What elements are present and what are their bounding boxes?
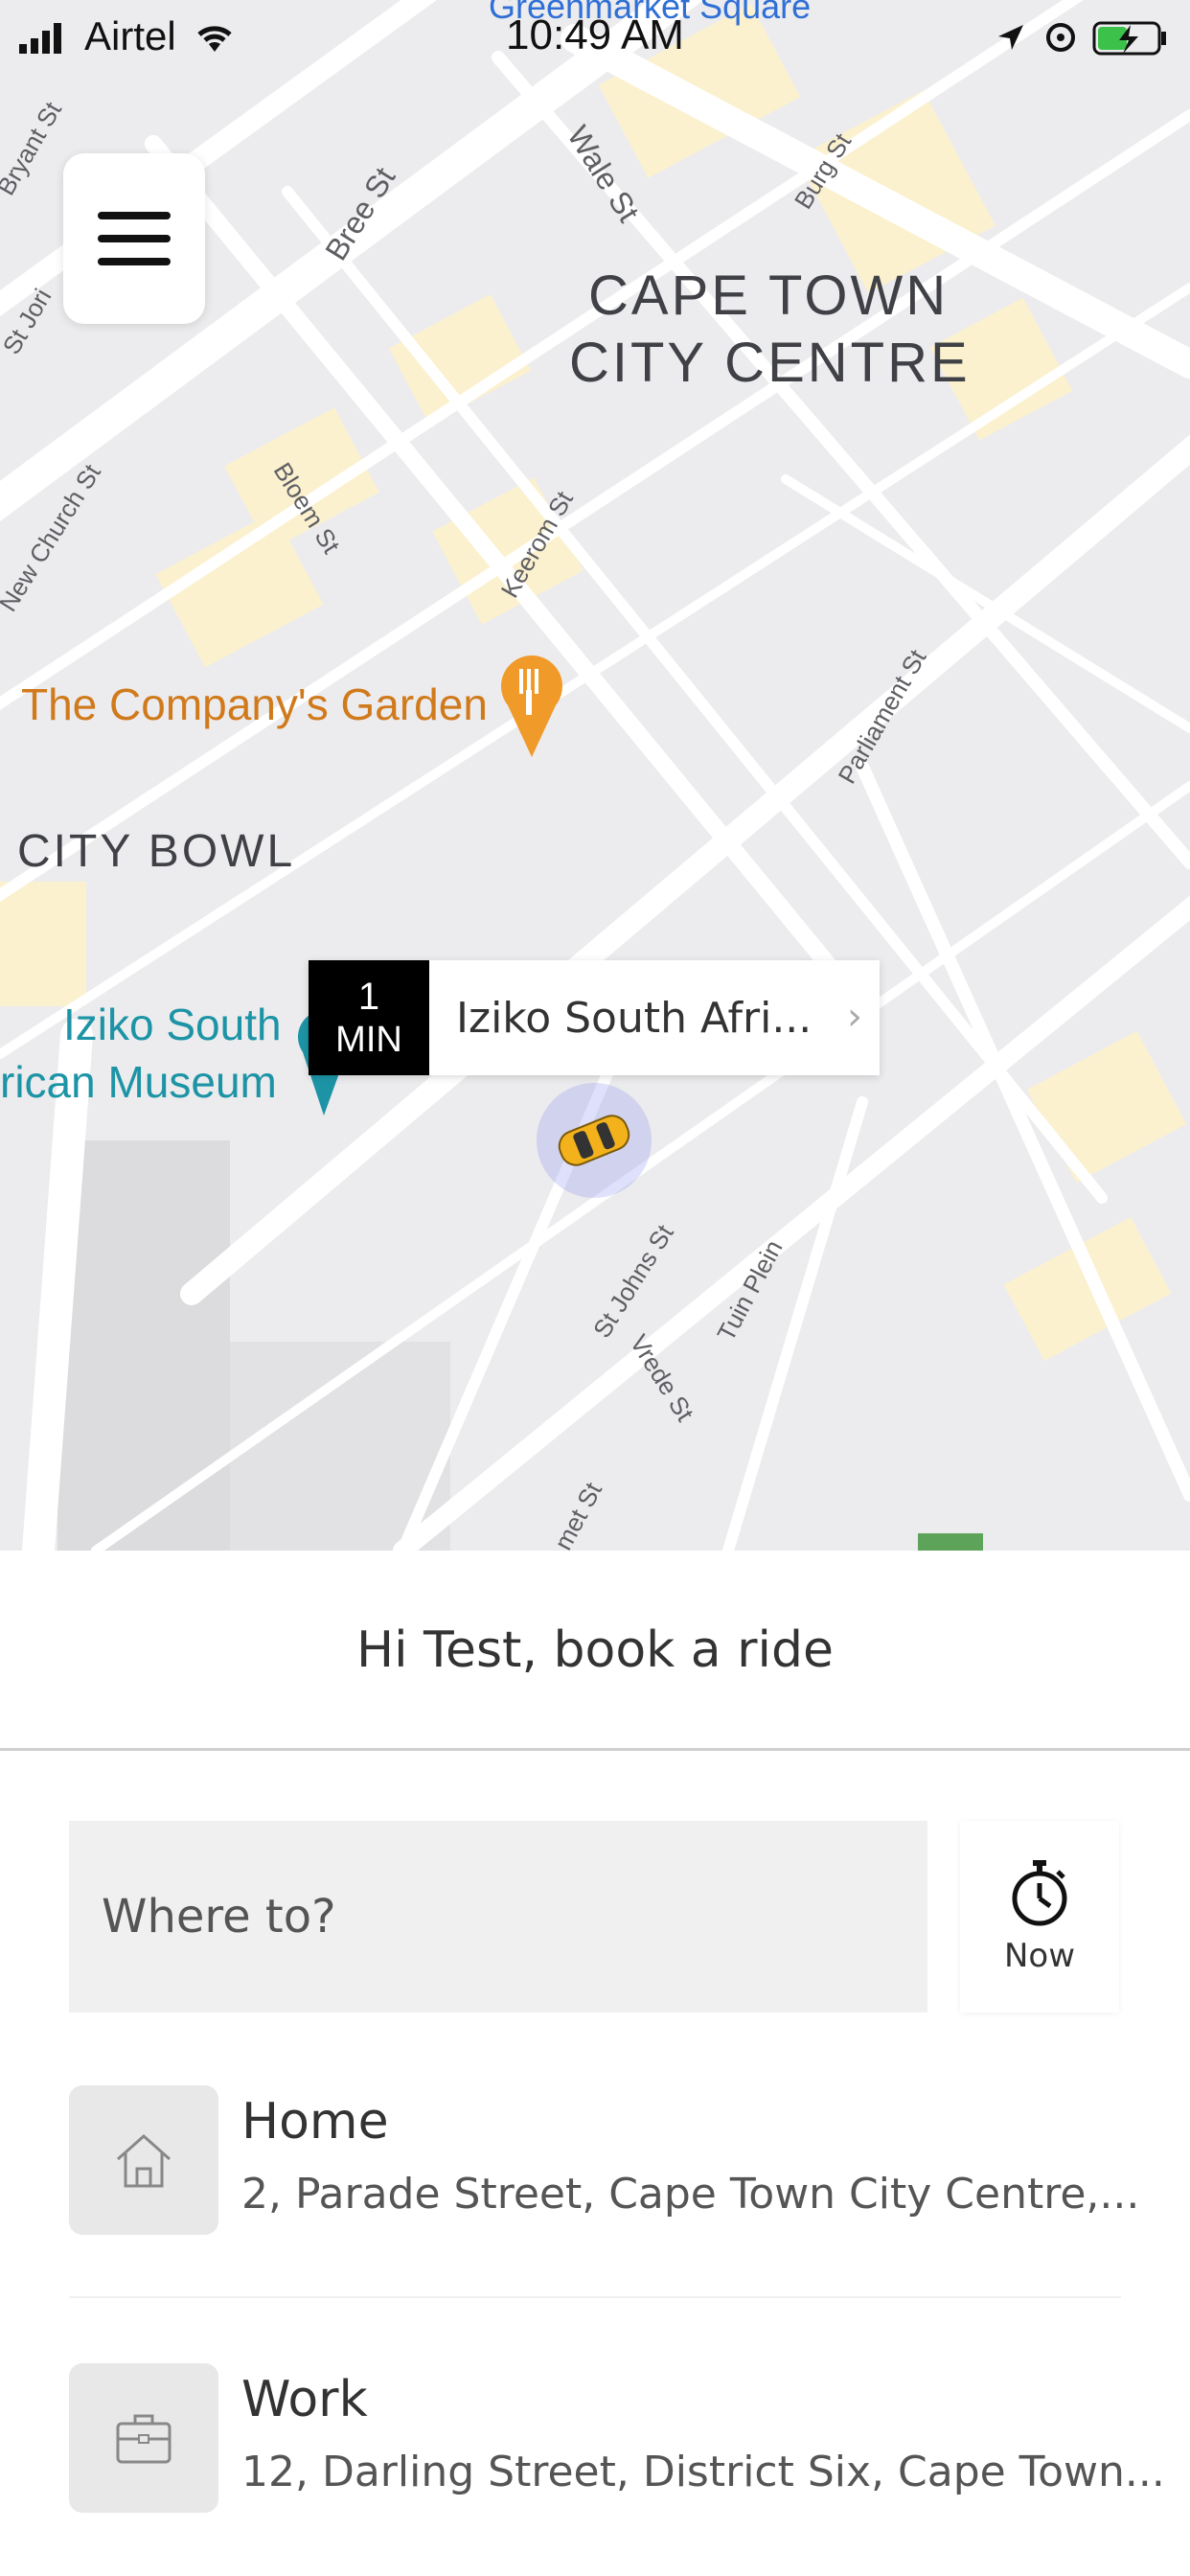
eta-callout[interactable]: 1 MIN Iziko South Afri... › <box>309 960 880 1075</box>
divider <box>0 1748 1190 1751</box>
status-bar: Airtel 10:49 AM <box>0 0 1190 77</box>
map-view[interactable]: Bryant St St Jori Bree St Wale St Burg S… <box>0 0 1190 1551</box>
saved-place-home[interactable]: Home 2, Parade Street, Cape Town City Ce… <box>69 2085 1139 2239</box>
location-arrow-icon <box>998 25 1023 50</box>
briefcase-icon <box>69 2363 218 2513</box>
saved-place-address: 12, Darling Street, District Six, Cape T… <box>241 2448 1165 2496</box>
greeting-title: Hi Test, book a ride <box>355 1622 835 1679</box>
schedule-now-button[interactable]: Now <box>960 1821 1119 2012</box>
battery-icon <box>1092 21 1166 56</box>
area-label-city-centre: CITY CENTRE <box>569 332 971 394</box>
home-icon <box>69 2085 218 2235</box>
restaurant-pin-icon[interactable] <box>498 648 565 759</box>
saved-place-work[interactable]: Work 12, Darling Street, District Six, C… <box>69 2363 1165 2517</box>
menu-line-icon <box>98 235 171 242</box>
menu-line-icon <box>98 212 171 219</box>
poi-label-iziko-line1[interactable]: Iziko South <box>63 997 282 1052</box>
saved-place-address: 2, Parade Street, Cape Town City Centre,… <box>241 2170 1140 2219</box>
eta-minutes: 1 <box>357 976 380 1018</box>
alarm-lock-icon <box>1046 23 1075 52</box>
area-label-city-bowl: CITY BOWL <box>17 826 296 877</box>
list-separator <box>69 2296 1121 2298</box>
menu-button[interactable] <box>63 153 205 324</box>
saved-place-name: Home <box>241 2093 389 2150</box>
taxi-car-icon <box>558 1115 630 1166</box>
where-to-placeholder: Where to? <box>102 1890 336 1944</box>
saved-place-name: Work <box>241 2371 368 2428</box>
eta-destination[interactable]: Iziko South Afri... › <box>429 960 880 1075</box>
eta-unit: MIN <box>335 1020 402 1060</box>
car-location-marker <box>537 1083 652 1198</box>
chevron-right-icon: › <box>847 995 862 1039</box>
stopwatch-icon <box>1012 1860 1067 1926</box>
area-label-cape-town: CAPE TOWN <box>588 264 950 327</box>
eta-destination-text: Iziko South Afri... <box>456 993 812 1043</box>
now-label: Now <box>1003 1937 1076 1975</box>
poi-label-iziko-line2[interactable]: rican Museum <box>0 1054 277 1110</box>
where-to-input[interactable]: Where to? <box>69 1821 927 2012</box>
booking-sheet: Hi Test, book a ride Where to? Now Home … <box>0 1551 1190 2576</box>
poi-label-company-garden[interactable]: The Company's Garden <box>21 678 488 730</box>
eta-time-box: 1 MIN <box>309 960 429 1075</box>
menu-line-icon <box>98 258 171 265</box>
